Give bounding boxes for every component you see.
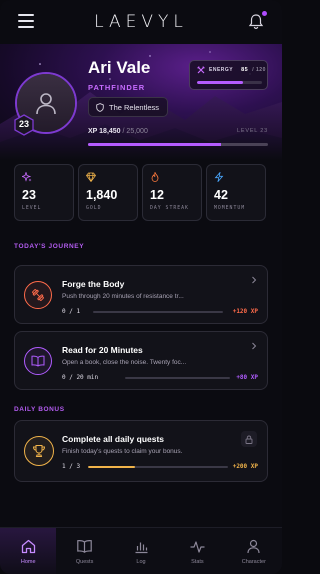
xp-level-label: LEVEL 23 <box>237 128 268 134</box>
top-bar: LAEVYL <box>0 0 282 44</box>
lock-icon <box>245 435 253 444</box>
xp-text: XP 18,450 / 25,000 <box>88 128 148 135</box>
xp-bar-fill <box>88 143 221 146</box>
bonus-progress-text: 1 / 3 <box>62 463 81 470</box>
shield-icon <box>96 102 104 112</box>
nav-quests[interactable]: Quests <box>56 528 112 574</box>
app-logo: LAEVYL <box>94 12 188 32</box>
quest-progress-text: 0 / 1 <box>62 308 81 315</box>
bonus-xp-reward: +200 XP <box>232 463 258 470</box>
profile-name: Ari Vale <box>88 58 151 77</box>
stat-label: LEVEL <box>22 206 42 211</box>
stat-value: 12 <box>150 188 164 202</box>
stats-row: 23 LEVEL 1,840 GOLD 12 DAY STREAK 42 MOM… <box>14 164 268 221</box>
quest-card-read-20-minutes[interactable]: Read for 20 Minutes Open a book, close t… <box>14 331 268 390</box>
nav-home[interactable]: Home <box>0 528 57 574</box>
energy-bar-fill <box>197 81 244 84</box>
bonus-progress-fill <box>88 466 135 468</box>
bottom-nav: Home Quests Log Stats Character <box>0 527 282 574</box>
nav-label: Stats <box>191 559 204 565</box>
bonus-title: Complete all daily quests <box>62 434 165 444</box>
stat-value: 42 <box>214 188 228 202</box>
notification-bell-icon[interactable] <box>248 11 267 30</box>
quest-title: Forge the Body <box>62 279 125 289</box>
nav-character[interactable]: Character <box>226 528 282 574</box>
bonus-card[interactable]: Complete all daily quests Finish today's… <box>14 420 268 482</box>
trophy-icon <box>24 436 54 466</box>
user-icon <box>36 93 56 115</box>
quest-description: Push through 20 minutes of resistance tr… <box>62 293 184 300</box>
nav-label: Log <box>136 559 146 565</box>
lock-badge <box>241 431 257 447</box>
home-icon <box>21 539 35 554</box>
stat-value: 1,840 <box>86 188 118 202</box>
nav-label: Home <box>20 559 36 565</box>
profile-title-chip[interactable]: The Relentless <box>88 97 169 117</box>
stat-value: 23 <box>22 188 36 202</box>
notification-dot <box>262 11 267 16</box>
xp-total: / 25,000 <box>122 128 148 135</box>
flame-icon <box>151 172 159 182</box>
level-badge: 23 <box>13 114 35 136</box>
stat-card-streak[interactable]: 12 DAY STREAK <box>142 164 202 221</box>
profile-class: PATHFINDER <box>88 83 146 92</box>
nav-stats[interactable]: Stats <box>169 528 225 574</box>
quest-progress-text: 0 / 20 min <box>62 374 99 381</box>
energy-bar <box>197 81 262 84</box>
quest-title: Read for 20 Minutes <box>62 345 143 355</box>
pulse-icon <box>190 541 205 553</box>
section-title-journey: TODAY'S JOURNEY <box>14 243 85 250</box>
menu-icon[interactable] <box>18 14 34 28</box>
quest-progress-bar <box>125 377 230 379</box>
stat-card-momentum[interactable]: 42 MOMENTUM <box>206 164 266 221</box>
bonus-description: Finish today's quests to claim your bonu… <box>62 448 183 455</box>
energy-value: 85 <box>241 67 249 73</box>
profile-title: The Relentless <box>109 102 160 112</box>
swords-icon <box>197 66 205 74</box>
quest-description: Open a book, close the noise. Twenty foc… <box>62 359 187 366</box>
stat-label: DAY STREAK <box>150 206 189 211</box>
energy-card: ENERGY 85 / 120 <box>189 60 268 90</box>
sparkle-icon <box>22 172 32 182</box>
stat-card-gold[interactable]: 1,840 GOLD <box>78 164 138 221</box>
chevron-right-icon <box>252 276 257 284</box>
nav-label: Character <box>241 559 266 565</box>
level-badge-value: 23 <box>18 119 29 129</box>
quest-progress-bar <box>93 311 223 313</box>
quest-xp-reward: +80 XP <box>236 374 258 381</box>
gem-icon <box>86 172 96 182</box>
app-screen: LAEVYL 23 Ari Vale PATHFINDER The Relent… <box>0 0 282 574</box>
quest-card-forge-the-body[interactable]: Forge the Body Push through 20 minutes o… <box>14 265 268 324</box>
dumbbell-icon <box>24 281 52 309</box>
xp-current: XP 18,450 <box>88 128 121 135</box>
stat-card-level[interactable]: 23 LEVEL <box>14 164 74 221</box>
chart-icon <box>135 542 148 554</box>
chevron-right-icon <box>252 342 257 350</box>
stat-label: GOLD <box>86 206 102 211</box>
book-icon <box>77 540 92 553</box>
quest-xp-reward: +120 XP <box>232 308 258 315</box>
energy-max: / 120 <box>252 67 266 73</box>
nav-log[interactable]: Log <box>113 528 169 574</box>
energy-label: ENERGY <box>209 67 234 73</box>
user-icon <box>247 539 260 554</box>
bolt-icon <box>214 172 224 182</box>
xp-bar <box>88 143 268 146</box>
stat-label: MOMENTUM <box>214 206 246 211</box>
nav-label: Quests <box>75 559 94 565</box>
book-icon <box>24 347 52 375</box>
bonus-progress-bar <box>88 466 228 468</box>
section-title-bonus: DAILY BONUS <box>14 406 65 413</box>
